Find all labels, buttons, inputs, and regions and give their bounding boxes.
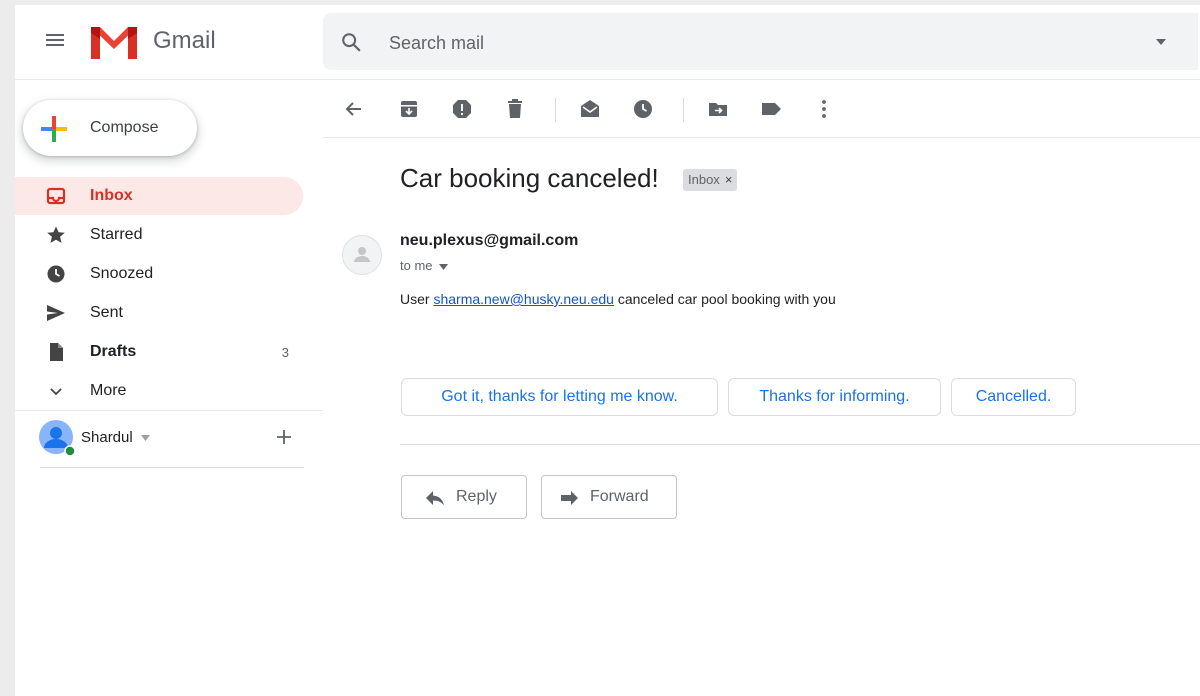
body-email-link[interactable]: sharma.new@husky.neu.edu	[433, 291, 614, 307]
recipient-text: to me	[400, 258, 433, 273]
label-icon[interactable]	[760, 98, 782, 120]
toolbar-divider	[323, 137, 1200, 138]
send-icon	[47, 305, 65, 321]
app-header: Gmail	[15, 5, 1200, 79]
sender-avatar	[342, 235, 382, 275]
star-icon	[47, 226, 65, 243]
account-divider	[40, 467, 304, 468]
delete-icon[interactable]	[504, 98, 526, 120]
sidebar-divider	[15, 410, 323, 411]
sidebar-item-label: Sent	[90, 304, 123, 321]
reply-icon	[426, 491, 444, 506]
gmail-logo-icon[interactable]	[91, 25, 137, 59]
label-chip[interactable]: Inbox ×	[683, 169, 738, 191]
more-vert-icon[interactable]	[813, 98, 835, 120]
search-input[interactable]	[387, 28, 1091, 58]
remove-label-icon[interactable]: ×	[725, 172, 733, 187]
caret-down-icon[interactable]	[141, 435, 150, 441]
archive-icon[interactable]	[398, 98, 420, 120]
message-body: User sharma.new@husky.neu.edu canceled c…	[400, 291, 836, 307]
sidebar-item-inbox[interactable]: Inbox	[15, 177, 303, 215]
sidebar-item-more[interactable]: More	[15, 372, 303, 410]
move-to-icon[interactable]	[707, 98, 729, 120]
sidebar-item-label: Starred	[90, 226, 143, 243]
toolbar-separator	[683, 98, 684, 122]
compose-button[interactable]: Compose	[23, 100, 197, 156]
snooze-icon[interactable]	[632, 98, 654, 120]
sidebar-item-sent[interactable]: Sent	[15, 294, 303, 332]
search-bar	[323, 13, 1198, 70]
account-name: Shardul	[81, 429, 133, 446]
compose-label: Compose	[90, 119, 159, 136]
compose-plus-icon	[41, 116, 67, 142]
chevron-down-icon	[50, 388, 62, 396]
message-toolbar	[323, 80, 1200, 137]
back-icon[interactable]	[343, 98, 365, 120]
search-options-dropdown-icon[interactable]	[1153, 37, 1169, 47]
sidebar-item-label: Snoozed	[90, 265, 154, 282]
search-icon[interactable]	[340, 31, 362, 53]
sidebar-item-starred[interactable]: Starred	[15, 216, 303, 254]
inbox-icon	[46, 187, 66, 205]
smart-reply-button[interactable]: Thanks for informing.	[728, 378, 941, 416]
report-spam-icon[interactable]	[451, 98, 473, 120]
product-name: Gmail	[153, 27, 216, 54]
forward-label: Forward	[590, 488, 649, 505]
reply-button[interactable]: Reply	[401, 475, 527, 519]
forward-button[interactable]: Forward	[541, 475, 677, 519]
message-subject: Car booking canceled!	[400, 163, 659, 193]
mark-unread-icon[interactable]	[579, 98, 601, 120]
toolbar-separator	[555, 98, 556, 122]
sender-email[interactable]: neu.plexus@gmail.com	[400, 232, 578, 250]
reply-label: Reply	[456, 488, 497, 505]
sidebar-item-snoozed[interactable]: Snoozed	[15, 255, 303, 293]
sidebar-item-drafts[interactable]: Drafts 3	[15, 333, 303, 371]
caret-down-icon[interactable]	[438, 263, 448, 270]
sidebar-item-label: Inbox	[90, 187, 133, 204]
thread-divider	[400, 444, 1200, 445]
add-icon[interactable]	[275, 428, 293, 446]
drafts-count: 3	[281, 345, 289, 360]
body-text-suffix: canceled car pool booking with you	[613, 291, 836, 307]
clock-icon	[47, 265, 65, 283]
label-chip-text: Inbox	[688, 172, 720, 187]
avatar[interactable]	[39, 420, 75, 456]
smart-reply-button[interactable]: Got it, thanks for letting me know.	[401, 378, 718, 416]
recipient-details[interactable]: to me	[400, 258, 448, 273]
hangouts-account[interactable]: Shardul	[39, 420, 305, 460]
smart-reply-button[interactable]: Cancelled.	[951, 378, 1076, 416]
main-menu-icon[interactable]	[43, 31, 67, 51]
forward-icon	[561, 491, 578, 505]
sidebar-item-label: Drafts	[90, 343, 137, 360]
gmail-window: Gmail Compose Inbox	[15, 5, 1200, 696]
body-text-prefix: User	[400, 291, 434, 307]
draft-icon	[50, 343, 63, 361]
sidebar-item-label: More	[90, 382, 127, 399]
